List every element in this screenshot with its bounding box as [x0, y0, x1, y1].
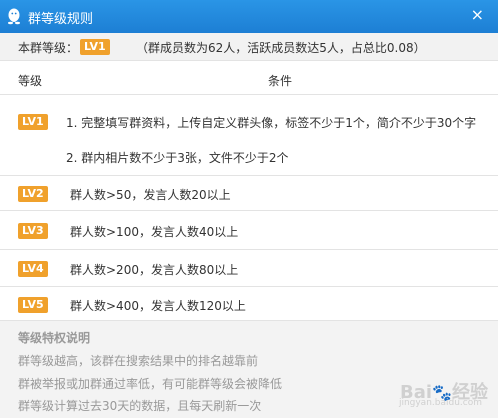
group-stats: （群成员数为62人，活跃成员数达5人，占总比0.08） [136, 41, 426, 55]
level-badge: LV1 [18, 114, 48, 130]
level-badge: LV2 [18, 186, 48, 202]
current-level-badge: LV1 [80, 39, 110, 55]
level-badge: LV3 [18, 223, 48, 239]
condition-text: 群人数>50，发言人数20以上 [70, 188, 231, 202]
level-row-lv1: LV1 1. 完整填写群资料，上传自定义群头像，标签不少于1个，简介不少于30个… [0, 95, 498, 176]
level-badge: LV5 [18, 297, 48, 313]
watermark-url: jingyan.baidu.com [398, 398, 482, 408]
condition-text: 1. 完整填写群资料，上传自定义群头像，标签不少于1个，简介不少于30个字 [66, 116, 477, 130]
table-header: 等级 条件 [0, 66, 498, 95]
current-level-label: 本群等级： [18, 41, 79, 55]
level-column-header: 等级 [18, 74, 43, 88]
level-row-lv4: LV4 群人数>200，发言人数80以上 [0, 250, 498, 287]
qq-penguin-icon [8, 8, 20, 25]
level-row-lv3: LV3 群人数>100，发言人数40以上 [0, 211, 498, 250]
level-row-lv2: LV2 群人数>50，发言人数20以上 [0, 176, 498, 211]
condition-text: 群人数>400，发言人数120以上 [70, 299, 246, 313]
group-level-summary: 本群等级： LV1 （群成员数为62人，活跃成员数达5人，占总比0.08） [0, 33, 498, 61]
condition-text: 2. 群内相片数不少于3张，文件不少于2个 [66, 151, 289, 165]
privilege-note: 群等级越高，该群在搜索结果中的排名越靠前 [18, 354, 259, 368]
privilege-notes-title: 等级特权说明 [18, 331, 91, 345]
level-badge: LV4 [18, 261, 48, 277]
condition-column-header: 条件 [268, 74, 293, 88]
condition-text: 群人数>100，发言人数40以上 [70, 225, 239, 239]
title-bar: 群等级规则 × [0, 0, 498, 33]
privilege-note: 群等级计算过去30天的数据，且每天刷新一次 [18, 399, 262, 413]
window-title: 群等级规则 [28, 12, 94, 27]
baidu-watermark: Bai🐾经验 jingyan.baidu.com [399, 378, 488, 408]
privilege-notes: 等级特权说明 群等级越高，该群在搜索结果中的排名越靠前 群被举报或加群通过率低，… [0, 321, 498, 418]
close-button[interactable]: × [471, 6, 484, 24]
level-row-lv5: LV5 群人数>400，发言人数120以上 [0, 287, 498, 321]
condition-text: 群人数>200，发言人数80以上 [70, 263, 239, 277]
privilege-note: 群被举报或加群通过率低，有可能群等级会被降低 [18, 377, 283, 391]
